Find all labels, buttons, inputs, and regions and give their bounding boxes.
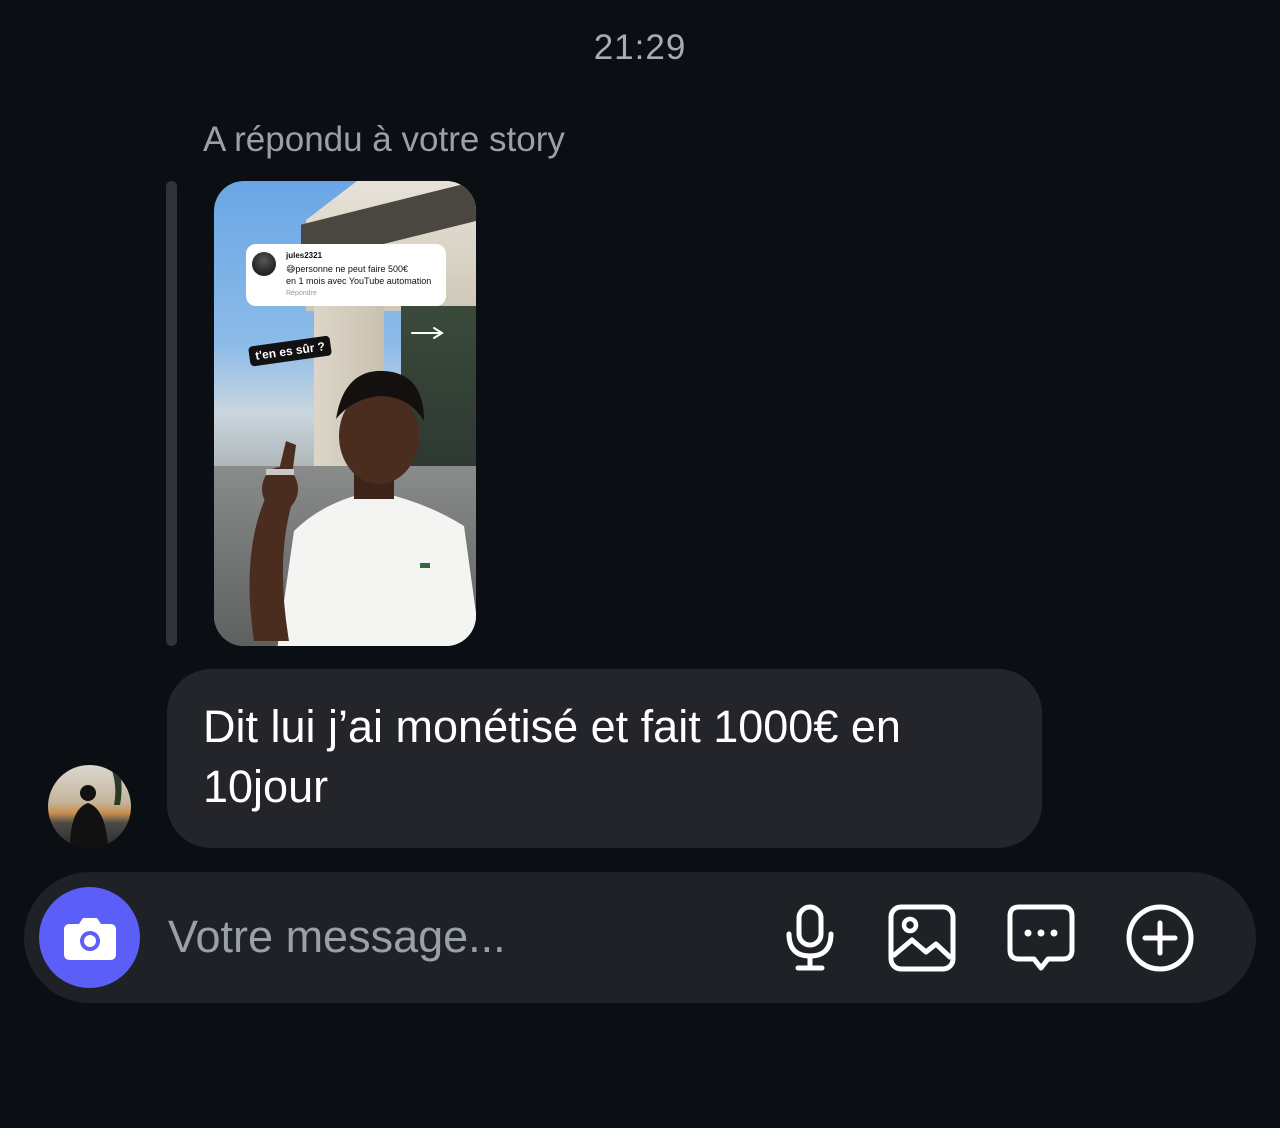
story-person-image xyxy=(249,370,476,646)
microphone-button[interactable] xyxy=(774,902,846,974)
sticker-button[interactable] xyxy=(1005,902,1077,974)
comment-line-1: 😅personne ne peut faire 500€ xyxy=(286,263,408,274)
add-button[interactable] xyxy=(1124,902,1196,974)
chat-screen: 21:29 A répondu à votre story jules2321 … xyxy=(0,0,1280,1128)
comment-reply-link: Répondre xyxy=(286,289,317,297)
microphone-icon xyxy=(786,904,834,971)
message-input[interactable] xyxy=(168,906,728,968)
sticker-icon xyxy=(1007,904,1075,971)
sender-avatar[interactable] xyxy=(48,765,131,848)
story-comment-card: jules2321 😅personne ne peut faire 500€ e… xyxy=(246,244,446,306)
image-icon xyxy=(888,904,956,972)
reply-quote-bar xyxy=(166,181,177,646)
gallery-button[interactable] xyxy=(886,902,958,974)
message-bubble[interactable]: Dit lui j’ai monétisé et fait 1000€ en 1… xyxy=(167,669,1042,848)
story-reply-label: A répondu à votre story xyxy=(203,120,565,159)
arrow-right-icon xyxy=(411,327,444,339)
message-composer xyxy=(24,872,1256,1003)
story-thumbnail[interactable]: jules2321 😅personne ne peut faire 500€ e… xyxy=(214,181,476,646)
commenter-avatar xyxy=(252,252,276,276)
message-timestamp: 21:29 xyxy=(593,28,687,67)
camera-button[interactable] xyxy=(39,887,140,988)
add-icon xyxy=(1126,904,1194,972)
avatar-silhouette-icon xyxy=(70,765,122,848)
camera-icon xyxy=(63,917,116,960)
comment-line-2: en 1 mois avec YouTube automation xyxy=(286,276,432,286)
commenter-username: jules2321 xyxy=(286,251,323,260)
